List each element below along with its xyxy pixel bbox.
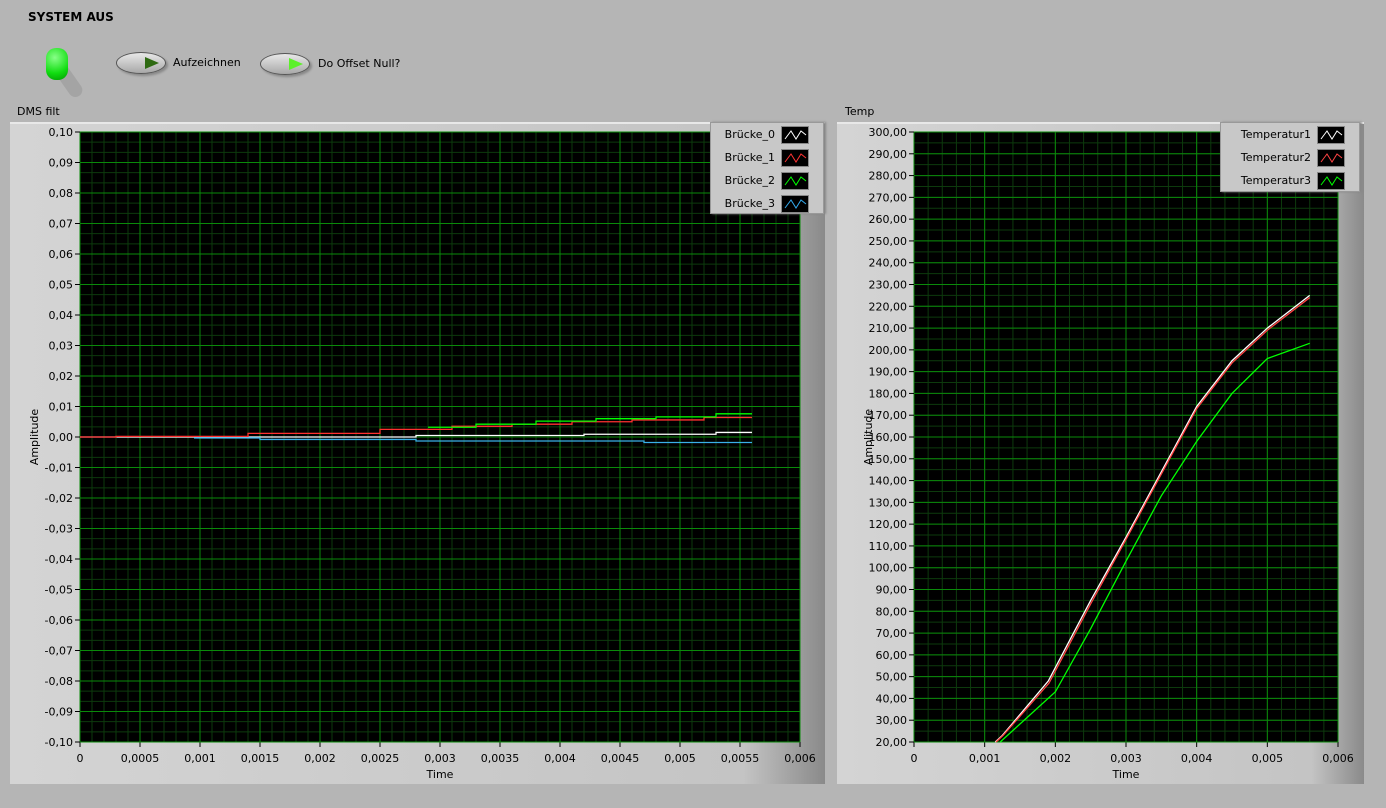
x-tick-label: 0,005	[1252, 752, 1284, 765]
legend-label: Temperatur3	[1240, 174, 1311, 187]
x-tick-label: 0,002	[1040, 752, 1072, 765]
temp-legend[interactable]: Temperatur1 Temperatur2 Temperatur3	[1220, 122, 1360, 192]
y-tick-label: 190,00	[869, 366, 908, 379]
y-tick-label: 20,00	[876, 736, 908, 749]
y-tick-label: 290,00	[869, 148, 908, 161]
legend-swatch	[1317, 171, 1345, 190]
x-tick-label: 0,006	[1322, 752, 1354, 765]
y-tick-label: 30,00	[876, 714, 908, 727]
y-tick-label: 90,00	[876, 584, 908, 597]
legend-item[interactable]: Temperatur1	[1221, 123, 1359, 146]
legend-swatch	[1317, 148, 1345, 167]
y-tick-label: 280,00	[869, 170, 908, 183]
y-tick-label: 80,00	[876, 605, 908, 618]
legend-swatch	[1317, 125, 1345, 144]
y-tick-label: 300,00	[869, 126, 908, 139]
y-axis-label: Amplitude	[862, 409, 875, 466]
x-tick-label: 0,004	[1181, 752, 1213, 765]
y-tick-label: 260,00	[869, 213, 908, 226]
y-tick-label: 50,00	[876, 671, 908, 684]
y-tick-label: 240,00	[869, 257, 908, 270]
legend-label: Temperatur1	[1240, 128, 1311, 141]
y-tick-label: 270,00	[869, 191, 908, 204]
legend-label: Temperatur2	[1240, 151, 1311, 164]
y-tick-label: 40,00	[876, 692, 908, 705]
y-tick-label: 110,00	[869, 540, 908, 553]
y-tick-label: 70,00	[876, 627, 908, 640]
y-tick-label: 180,00	[869, 387, 908, 400]
legend-item[interactable]: Temperatur3	[1221, 169, 1359, 192]
y-tick-label: 230,00	[869, 279, 908, 292]
temp-chart: 0 0,001 0,002 0,003 0,004 0,005 0,006 300,00 290…	[862, 126, 1354, 781]
y-tick-label: 140,00	[869, 475, 908, 488]
y-tick-label: 200,00	[869, 344, 908, 357]
y-tick-label: 250,00	[869, 235, 908, 248]
y-tick-label: 130,00	[869, 496, 908, 509]
x-tick-label: 0,001	[969, 752, 1001, 765]
x-tick-label: 0	[911, 752, 918, 765]
y-tick-label: 210,00	[869, 322, 908, 335]
y-tick-label: 220,00	[869, 300, 908, 313]
y-tick-label: 60,00	[876, 649, 908, 662]
y-tick-label: 100,00	[869, 562, 908, 575]
x-axis-label: Time	[1112, 768, 1140, 781]
x-tick-label: 0,003	[1110, 752, 1142, 765]
legend-item[interactable]: Temperatur2	[1221, 146, 1359, 169]
y-tick-label: 120,00	[869, 518, 908, 531]
